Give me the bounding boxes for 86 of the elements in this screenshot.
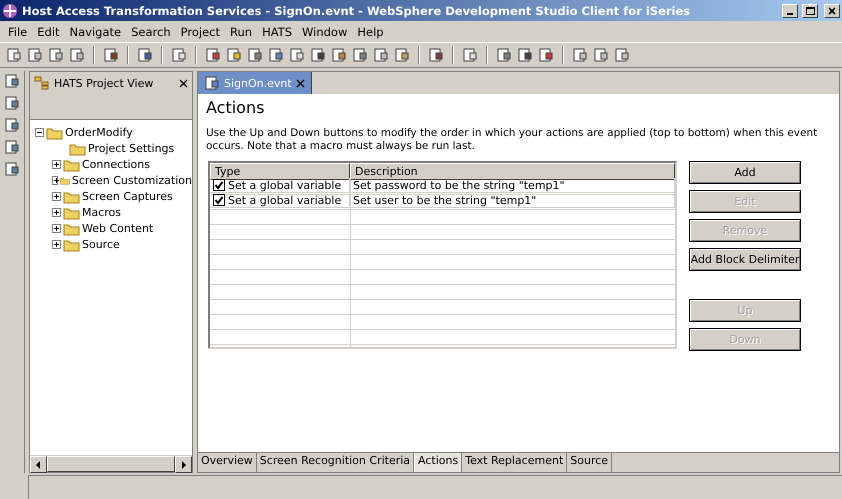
view-icon[interactable] [4,139,20,155]
page-tab[interactable]: Actions [414,453,462,472]
expand-icon[interactable] [52,176,58,184]
menu-item[interactable]: Navigate [66,24,128,38]
left-arrow-icon [36,460,41,468]
document-icon[interactable] [331,47,347,63]
table-cell: Set a global variable [228,194,342,206]
document-icon[interactable] [137,47,153,63]
action-button[interactable]: Add Block Delimiter [689,248,801,271]
document-icon[interactable] [289,47,305,63]
checkbox[interactable] [213,179,225,191]
close-icon[interactable] [296,78,305,88]
window-title: Host Access Transformation Services - SignOn.evnt - WebSphere Development Studio Client for iSeries [22,4,692,18]
tree-item[interactable]: Web Content [82,222,154,234]
document-icon[interactable] [226,47,242,63]
table-cell: Set user to be the string "temp1" [353,194,536,206]
right-arrow-icon [181,460,186,468]
document-icon[interactable] [496,47,512,63]
document-icon[interactable] [204,75,220,91]
tree-item[interactable]: Connections [82,158,150,170]
column-header[interactable]: Description [350,163,675,180]
tree-item[interactable]: Screen Captures [82,190,173,202]
maximize-icon [806,6,814,14]
tree-item[interactable]: OrderModify [65,126,133,138]
collapse-icon[interactable] [35,128,44,136]
expand-icon[interactable] [52,224,61,232]
expand-icon[interactable] [52,240,61,248]
expand-icon[interactable] [52,160,61,168]
document-icon[interactable] [27,47,43,63]
menu-item[interactable]: File [4,24,34,38]
document-icon[interactable] [103,47,119,63]
expand-icon[interactable] [52,192,61,200]
document-icon[interactable] [205,47,221,63]
document-icon[interactable] [394,47,410,63]
column-header[interactable]: Type [210,163,350,180]
table-cell: Set password to be the string "temp1" [353,178,565,192]
scroll-right-button[interactable] [175,456,192,473]
document-icon[interactable] [462,47,478,63]
section-description: Use the Up and Down buttons to modify the order in which your actions are applied (top to bottom) when this event occurs. Note that a macro must always be run last. [206,127,818,153]
minimize-button[interactable] [782,4,798,18]
document-icon[interactable] [538,47,554,63]
document-icon[interactable] [373,47,389,63]
document-icon[interactable] [352,47,368,63]
view-icon[interactable] [4,73,20,89]
document-icon[interactable] [310,47,326,63]
scroll-left-button[interactable] [30,456,47,473]
scrollbar-thumb[interactable] [47,456,175,472]
document-icon[interactable] [6,47,22,63]
menu-item[interactable]: Edit [33,24,66,38]
document-icon[interactable] [614,47,630,63]
checkbox[interactable] [213,194,225,206]
menu-item[interactable]: Search [127,24,177,38]
app-icon [2,2,18,18]
tree-item[interactable]: Macros [82,206,122,218]
maximize-button[interactable] [802,4,818,18]
menu-item[interactable]: Window [298,24,354,38]
document-icon[interactable] [247,47,263,63]
menu-item[interactable]: Run [226,24,258,38]
document-icon[interactable] [572,47,588,63]
document-icon[interactable] [171,47,187,63]
view-icon[interactable] [4,161,20,177]
view-icon[interactable] [4,95,20,111]
menu-item[interactable]: HATS [258,24,298,38]
tree-item[interactable]: Source [82,238,120,250]
page-tab[interactable]: Text Replacement [462,453,568,472]
section-heading: Actions [206,98,266,117]
document-icon[interactable] [69,47,85,63]
menu-item[interactable]: Project [176,24,226,38]
document-icon[interactable] [268,47,284,63]
menu-item[interactable]: Help [353,24,390,38]
close-icon[interactable] [179,78,188,88]
tree-item[interactable]: Screen Customization [72,174,192,186]
table-cell: Set a global variable [228,178,342,192]
expand-icon[interactable] [52,208,61,216]
minimize-icon [787,12,793,14]
close-icon [828,6,836,14]
panel-title: HATS Project View [54,76,154,90]
tree-icon [34,76,50,90]
view-icon[interactable] [4,117,20,133]
document-icon[interactable] [48,47,64,63]
document-icon[interactable] [517,47,533,63]
action-button[interactable]: Add [689,161,801,184]
close-button[interactable] [824,4,840,18]
tree-item[interactable]: Project Settings [88,142,174,154]
document-icon[interactable] [593,47,609,63]
document-icon[interactable] [428,47,444,63]
